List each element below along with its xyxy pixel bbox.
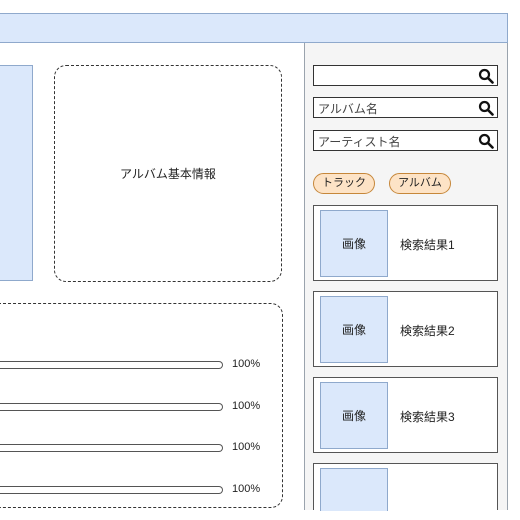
- result-thumbnail: 画像: [320, 210, 388, 277]
- search-icon[interactable]: [478, 100, 494, 119]
- filter-chip-label: アルバム: [398, 177, 442, 189]
- track-progress-text: 100%: [232, 441, 261, 453]
- track-progress-text: 100%: [232, 400, 261, 412]
- track-row[interactable]: 100%: [0, 400, 272, 414]
- track-progress-text: 100%: [232, 483, 261, 495]
- track-row[interactable]: 100%: [0, 483, 272, 497]
- track-progress-bar[interactable]: [0, 486, 223, 494]
- track-progress-bar[interactable]: [0, 361, 223, 369]
- search-result-item[interactable]: 画像 検索結果3: [313, 377, 498, 453]
- result-title: 検索結果2: [400, 324, 455, 338]
- thumbnail-label: 画像: [341, 237, 366, 251]
- artist-name-placeholder: アーティスト名: [318, 135, 401, 149]
- result-title: 検索結果3: [400, 410, 455, 424]
- result-title: 検索結果1: [400, 238, 455, 252]
- track-progress-bar[interactable]: [0, 444, 223, 452]
- search-result-item[interactable]: 画像 検索結果2: [313, 291, 498, 367]
- result-thumbnail: [320, 468, 388, 511]
- track-row[interactable]: 100%: [0, 441, 272, 455]
- search-icon[interactable]: [478, 133, 494, 152]
- album-name-placeholder: アルバム名: [318, 102, 378, 116]
- album-cover-image: [0, 65, 33, 281]
- filter-chip-label: トラック: [322, 177, 366, 189]
- thumbnail-label: 画像: [341, 323, 366, 337]
- filter-chip-track[interactable]: トラック: [313, 173, 375, 194]
- album-name-search-input[interactable]: アルバム名: [313, 97, 498, 118]
- search-result-item[interactable]: [313, 463, 498, 511]
- search-result-item[interactable]: 画像 検索結果1: [313, 205, 498, 281]
- track-row[interactable]: 100%: [0, 358, 272, 372]
- result-thumbnail: 画像: [320, 382, 388, 449]
- filter-chip-album[interactable]: アルバム: [389, 173, 451, 194]
- artist-name-search-input[interactable]: アーティスト名: [313, 130, 498, 151]
- thumbnail-label: 画像: [341, 409, 366, 423]
- track-progress-bar[interactable]: [0, 403, 223, 411]
- album-info-panel: アルバム基本情報: [54, 65, 282, 282]
- album-info-label: アルバム基本情報: [120, 167, 216, 181]
- track-list-panel: 100% 100% 100% 100%: [0, 303, 283, 508]
- top-header-bar: [0, 13, 508, 43]
- search-input[interactable]: [313, 65, 498, 86]
- track-progress-text: 100%: [232, 358, 261, 370]
- search-icon[interactable]: [478, 68, 494, 87]
- result-thumbnail: 画像: [320, 296, 388, 363]
